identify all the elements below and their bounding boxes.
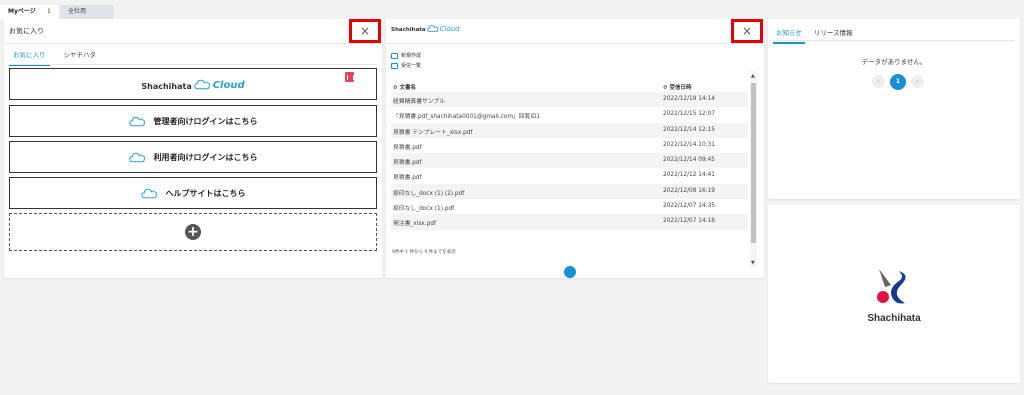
close-icon: ×: [741, 24, 753, 38]
current-page-button[interactable]: 1: [890, 74, 906, 90]
favorites-title: お気に入り: [9, 27, 44, 35]
tab-my-page-label: Myページ: [8, 8, 36, 15]
favorites-panel: お気に入り × お気に入り シヤチハタ Shachihata Cloud 管理者…: [4, 19, 382, 278]
prev-page-button[interactable]: ‹: [872, 75, 885, 88]
page-indicator[interactable]: [564, 266, 576, 278]
add-favorite-button[interactable]: +: [9, 213, 377, 251]
shachihata-mark-icon: [877, 268, 906, 303]
pagination: ‹ 1 ›: [872, 74, 924, 90]
tab-notices[interactable]: お知らせ: [773, 25, 805, 44]
edit-icon: [391, 52, 398, 59]
delete-icon[interactable]: [345, 72, 354, 82]
scrollbar-thumb[interactable]: [751, 83, 756, 243]
table-row[interactable]: 見積書.pdf 2022/12/14 10:31: [391, 138, 748, 153]
cloud-icon: [140, 188, 157, 198]
plus-icon: +: [185, 224, 201, 240]
documents-close-button[interactable]: ×: [731, 19, 763, 43]
table-row[interactable]: 見積書 テンプレート_xlsx.pdf 2022/12/14 12:15: [391, 122, 748, 138]
shachihata-cloud-logo: Shachihata Cloud: [391, 25, 460, 33]
table-row[interactable]: 捺印なし_docx (1).pdf 2022/12/07 14:35: [391, 199, 748, 214]
table-row[interactable]: 捺印なし_docx (1) (2).pdf 2022/12/08 16:19: [391, 183, 748, 200]
user-login-label: 利用者向けログインはこちら: [153, 152, 258, 162]
scroll-down-icon[interactable]: ▼: [751, 260, 755, 266]
favorites-close-button[interactable]: ×: [349, 19, 381, 43]
help-site-label: ヘルプサイトはこちら: [165, 188, 246, 198]
documents-table-body: 経費精算書サンプル 2022/12/19 14:14 「見積書.pdf_shach…: [391, 92, 748, 230]
documents-scrollbar[interactable]: ▲ ▼: [750, 71, 757, 267]
new-document-action[interactable]: 新規作成: [391, 52, 421, 59]
documents-panel: Shachihata Cloud × 新規作成 受信一覧 ≎ 文書名 ≎ 受信日…: [386, 19, 764, 278]
sort-icon: ≎: [393, 85, 398, 91]
column-received-date[interactable]: ≎ 受信日時: [663, 83, 692, 91]
sort-icon: ≎: [663, 85, 668, 91]
logo-wordmark: Shachihata: [867, 312, 921, 324]
cloud-icon: [194, 79, 210, 89]
table-row[interactable]: 見積書.pdf 2022/12/14 09:45: [391, 153, 748, 169]
mail-icon: [391, 62, 398, 69]
cloud-icon: [128, 116, 145, 126]
news-panel: お知らせ リリース情報 データがありません。 ‹ 1 ›: [768, 19, 1020, 199]
table-row[interactable]: 見積書.pdf 2022/12/12 14:41: [391, 168, 748, 183]
scroll-up-icon[interactable]: ▲: [751, 73, 755, 79]
column-document-name[interactable]: ≎ 文書名: [393, 83, 416, 91]
admin-login-link[interactable]: 管理者向けログインはこちら: [9, 105, 377, 137]
page-tab-bar: Myページ ⋮ 全社用: [0, 0, 1024, 19]
tab-release-info[interactable]: リリース情報: [811, 25, 856, 44]
tab-my-page[interactable]: Myページ ⋮: [0, 5, 58, 19]
divider: [9, 64, 377, 65]
help-site-link[interactable]: ヘルプサイトはこちら: [9, 177, 377, 209]
divider: [773, 40, 1015, 41]
page-info: 9件中 1 件から 9 件までを表示: [392, 250, 456, 255]
close-icon: ×: [359, 24, 371, 38]
cloud-icon: [128, 152, 145, 162]
shachihata-cloud-logo: Shachihata Cloud: [141, 79, 245, 91]
divider: [4, 43, 382, 44]
next-page-button[interactable]: ›: [911, 75, 924, 88]
logo-panel: Shachihata: [768, 205, 1020, 383]
received-list-action[interactable]: 受信一覧: [391, 62, 421, 69]
table-row[interactable]: 発注書_xlsx.pdf 2022/12/07 14:18: [391, 214, 748, 230]
shachihata-logo: Shachihata: [849, 249, 939, 339]
tab-common[interactable]: 全社用: [60, 5, 114, 19]
news-tabs: お知らせ リリース情報: [773, 25, 856, 44]
tab-common-label: 全社用: [68, 8, 87, 15]
admin-login-label: 管理者向けログインはこちら: [153, 116, 258, 126]
table-row[interactable]: 経費精算書サンプル 2022/12/19 14:14: [391, 92, 748, 108]
more-menu-icon[interactable]: ⋮: [46, 5, 52, 19]
divider: [386, 43, 764, 44]
shachihata-cloud-link[interactable]: Shachihata Cloud: [9, 68, 377, 100]
table-row[interactable]: 「見積書.pdf_shachihata0001@gmail.com」回覧ID1 2…: [391, 107, 748, 122]
empty-message: データがありません。: [861, 58, 927, 66]
cloud-icon: [426, 25, 438, 32]
documents-table-header: ≎ 文書名 ≎ 受信日時: [391, 79, 748, 93]
user-login-link[interactable]: 利用者向けログインはこちら: [9, 141, 377, 173]
